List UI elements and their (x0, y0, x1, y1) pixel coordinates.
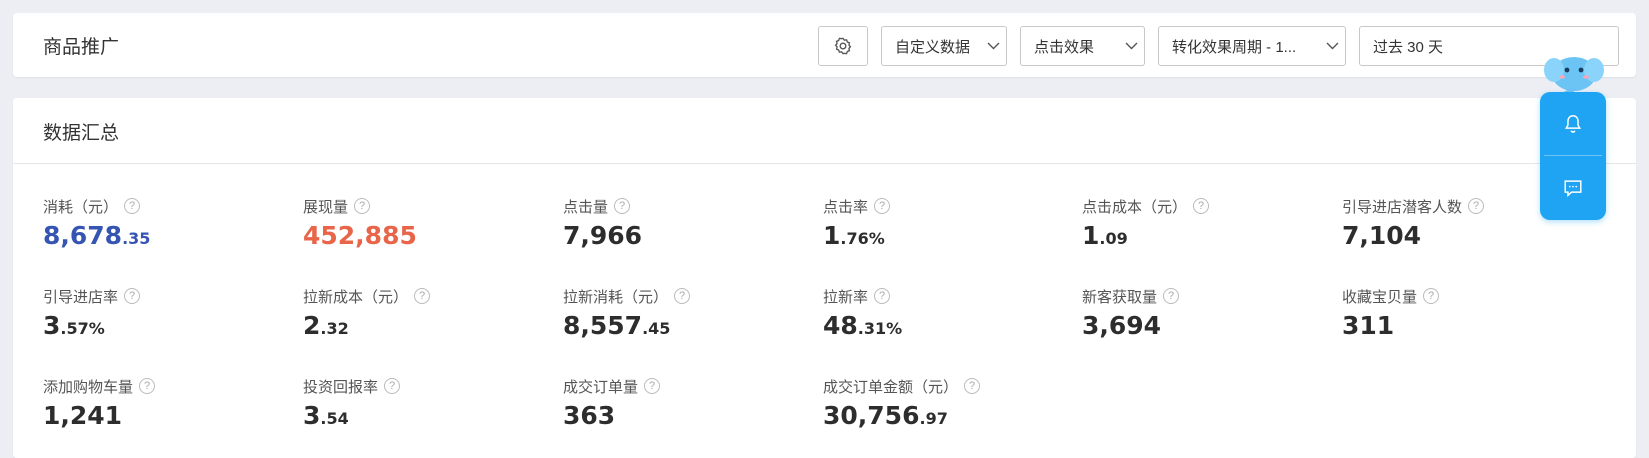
metric-label: 点击量 (563, 198, 609, 216)
help-icon[interactable]: ? (614, 198, 631, 214)
metric-label: 引导进店潜客人数 (1342, 198, 1463, 216)
bell-icon (1564, 114, 1582, 133)
metric-order-amount: 成交订单金额（元）? 30,756.97 (823, 376, 1073, 430)
metric-label: 拉新消耗（元） (563, 288, 669, 306)
metric-add-to-cart: 添加购物车量? 1,241 (43, 376, 293, 430)
help-icon[interactable]: ? (874, 198, 891, 214)
summary-panel: 数据汇总 消耗（元）? 8,678.35 展现量? 452,885 点击量? 7… (13, 98, 1636, 458)
metric-acquisition-spend: 拉新消耗（元）? 8,557.45 (563, 286, 813, 340)
metric-label: 添加购物车量 (43, 378, 134, 396)
metric-label: 点击率 (823, 198, 869, 216)
metric-orders: 成交订单量? 363 (563, 376, 813, 430)
metric-value: 452,885 (303, 221, 417, 250)
help-icon[interactable]: ? (384, 378, 401, 394)
chat-icon (1564, 179, 1582, 197)
elephant-mascot-icon[interactable] (1542, 48, 1606, 96)
custom-data-dropdown-label: 自定义数据 (895, 38, 971, 56)
help-icon[interactable]: ? (139, 378, 156, 394)
metric-new-customer-rate: 拉新率? 48.31% (823, 286, 1073, 340)
metric-value: 363 (563, 401, 616, 430)
metric-clicks: 点击量? 7,966 (563, 196, 813, 250)
click-effect-dropdown-label: 点击效果 (1034, 38, 1095, 56)
metric-favorites: 收藏宝贝量? 311 (1342, 286, 1592, 340)
help-icon[interactable]: ? (674, 288, 691, 304)
header-bar: 商品推广 自定义数据 点击效果 转化效果周期 - 1... 过去 30 天 (13, 13, 1636, 77)
metric-value: 311 (1342, 311, 1395, 340)
divider (13, 163, 1636, 164)
metric-new-customers: 新客获取量? 3,694 (1082, 286, 1332, 340)
metric-cost: 消耗（元）? 8,678.35 (43, 196, 293, 250)
message-button[interactable] (1540, 156, 1606, 219)
chevron-down-icon (1118, 42, 1144, 50)
metric-value: 1,241 (43, 401, 123, 430)
metric-value: 3.54 (303, 401, 349, 430)
conversion-period-dropdown[interactable]: 转化效果周期 - 1... (1158, 26, 1346, 66)
metric-label: 拉新成本（元） (303, 288, 409, 306)
metric-value: 1.09 (1082, 221, 1128, 250)
metric-value: 30,756.97 (823, 401, 948, 430)
notification-button[interactable] (1540, 92, 1606, 155)
metric-value: 7,104 (1342, 221, 1422, 250)
metric-value: 3.57% (43, 311, 105, 340)
help-icon[interactable]: ? (1163, 288, 1180, 304)
metric-value: 2.32 (303, 311, 349, 340)
metric-label: 展现量 (303, 198, 349, 216)
metric-label: 消耗（元） (43, 198, 119, 216)
metric-label: 点击成本（元） (1082, 198, 1188, 216)
settings-button[interactable] (818, 26, 868, 66)
help-icon[interactable]: ? (124, 198, 141, 214)
metric-ctr: 点击率? 1.76% (823, 196, 1073, 250)
help-icon[interactable]: ? (414, 288, 431, 304)
help-icon[interactable]: ? (1193, 198, 1210, 214)
click-effect-dropdown[interactable]: 点击效果 (1020, 26, 1145, 66)
metric-label: 收藏宝贝量 (1342, 288, 1418, 306)
metric-label: 拉新率 (823, 288, 869, 306)
metric-label: 成交订单金额（元） (823, 378, 959, 396)
page-title: 商品推广 (43, 37, 120, 58)
metric-value: 8,678.35 (43, 221, 151, 250)
metric-label: 新客获取量 (1082, 288, 1158, 306)
metric-value: 8,557.45 (563, 311, 671, 340)
help-icon[interactable]: ? (1423, 288, 1440, 304)
gear-icon (834, 37, 852, 55)
help-icon[interactable]: ? (644, 378, 661, 394)
metric-cpc: 点击成本（元）? 1.09 (1082, 196, 1332, 250)
metric-label: 投资回报率 (303, 378, 379, 396)
conversion-period-dropdown-label: 转化效果周期 - 1... (1172, 38, 1297, 56)
metric-roi: 投资回报率? 3.54 (303, 376, 553, 430)
summary-title: 数据汇总 (43, 123, 120, 144)
help-icon[interactable]: ? (1468, 198, 1485, 214)
floating-action-bar (1540, 92, 1606, 220)
metric-value: 3,694 (1082, 311, 1162, 340)
metric-impressions: 展现量? 452,885 (303, 196, 553, 250)
help-icon[interactable]: ? (354, 198, 371, 214)
metric-label: 成交订单量 (563, 378, 639, 396)
help-icon[interactable]: ? (124, 288, 141, 304)
metric-value: 1.76% (823, 221, 885, 250)
metric-value: 48.31% (823, 311, 903, 340)
metric-value: 7,966 (563, 221, 643, 250)
help-icon[interactable]: ? (964, 378, 981, 394)
chevron-down-icon (1319, 42, 1345, 50)
chevron-down-icon (980, 42, 1006, 50)
metric-label: 引导进店率 (43, 288, 119, 306)
help-icon[interactable]: ? (874, 288, 891, 304)
metric-acquisition-cost: 拉新成本（元）? 2.32 (303, 286, 553, 340)
metric-store-rate: 引导进店率? 3.57% (43, 286, 293, 340)
custom-data-dropdown[interactable]: 自定义数据 (881, 26, 1007, 66)
